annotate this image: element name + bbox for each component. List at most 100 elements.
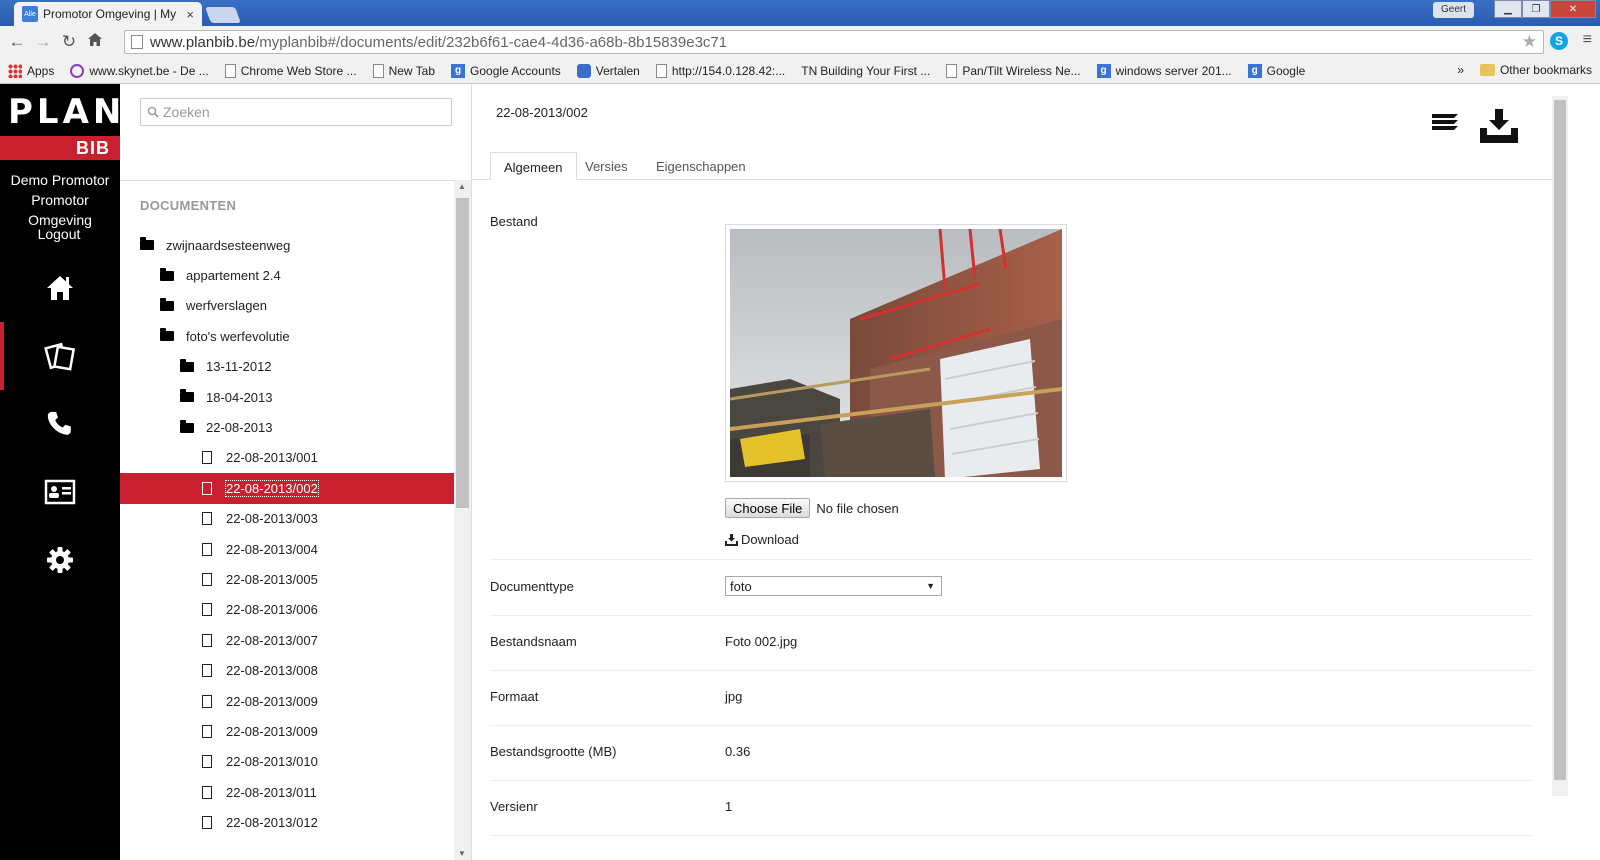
file-icon <box>202 755 212 769</box>
bookmark-item[interactable]: Apps <box>8 63 54 78</box>
tree-document[interactable]: 22-08-2013/005 <box>120 564 454 594</box>
sidebar-item-documents[interactable] <box>0 322 120 390</box>
planbib-logo[interactable]: PLAN BIB <box>0 92 121 160</box>
other-bookmarks[interactable]: Other bookmarks <box>1479 63 1592 77</box>
sidebar-item-home[interactable] <box>0 254 120 322</box>
bookmark-item[interactable]: http://154.0.128.42:... <box>655 63 785 78</box>
profile-badge[interactable]: Geert <box>1432 2 1474 18</box>
bookmark-item[interactable]: g windows server 201... <box>1096 63 1232 78</box>
restore-icon[interactable]: ❐ <box>1522 0 1550 18</box>
tree-folder[interactable]: 13-11-2012 <box>120 352 454 382</box>
bookmark-icon: g <box>451 63 466 78</box>
tree-document[interactable]: 22-08-2013/001 <box>120 443 454 473</box>
scroll-down-icon[interactable]: ▼ <box>458 849 466 858</box>
main-scrollbar-thumb[interactable] <box>1554 100 1566 780</box>
choose-file-button[interactable]: Choose File <box>725 498 811 518</box>
tree-item-label: 18-04-2013 <box>206 389 273 405</box>
app-sidebar: PLAN BIB Demo Promotor Promotor Omgeving… <box>0 84 121 860</box>
document-tree: zwijnaardsesteenweg appartement 2.4 werfve… <box>120 230 454 838</box>
home-browser-icon[interactable] <box>82 32 108 52</box>
tab-versies[interactable]: Versies <box>572 152 641 180</box>
tab-eigenschappen[interactable]: Eigenschappen <box>643 152 759 180</box>
bookmark-label: Building Your First ... <box>820 63 931 78</box>
bookmark-item[interactable]: g Google <box>1247 63 1305 78</box>
tree-document[interactable]: 22-08-2013/007 <box>120 625 454 655</box>
bookmark-star-icon[interactable]: ★ <box>1522 32 1537 52</box>
forward-icon[interactable]: → <box>30 32 56 52</box>
documenttype-select[interactable]: foto ▼ <box>725 576 942 596</box>
file-icon <box>202 694 212 708</box>
search-box <box>140 98 452 126</box>
tab-algemeen[interactable]: Algemeen <box>490 152 577 180</box>
photo-preview[interactable] <box>725 224 1067 482</box>
tree-document[interactable]: 22-08-2013/003 <box>120 504 454 534</box>
close-window-icon[interactable]: ✕ <box>1550 0 1596 18</box>
documents-panel: DOCUMENTEN zwijnaardsesteenweg appartemen… <box>120 84 472 860</box>
bookmarks-overflow-icon[interactable]: » <box>1457 63 1464 77</box>
folder-icon <box>180 358 194 372</box>
download-label: Download <box>741 532 799 547</box>
sidebar-item-settings[interactable] <box>0 526 120 594</box>
scroll-up-icon[interactable]: ▲ <box>458 182 466 191</box>
bookmarks-bar: Apps www.skynet.be - De ... Chrome Web Sto… <box>0 58 1600 84</box>
tree-scrollbar[interactable]: ▲ ▼ <box>454 180 471 860</box>
bookmark-item[interactable]: Pan/Tilt Wireless Ne... <box>946 63 1081 78</box>
folder-icon <box>160 267 174 281</box>
tree-document[interactable]: 22-08-2013/002 <box>120 473 454 504</box>
search-input[interactable] <box>163 104 443 120</box>
documents-icon <box>44 342 76 371</box>
tree-folder[interactable]: foto's werfevolutie <box>120 321 454 351</box>
bookmark-item[interactable]: TN Building Your First ... <box>801 64 930 78</box>
sidebar-item-contact[interactable] <box>0 390 120 458</box>
tab-close-icon[interactable]: × <box>186 7 194 22</box>
logout-link[interactable]: Logout <box>0 226 118 242</box>
file-icon <box>202 451 212 465</box>
tree-document[interactable]: 22-08-2013/009 <box>120 686 454 716</box>
sidebar-item-profile[interactable] <box>0 458 120 526</box>
tree-folder[interactable]: zwijnaardsesteenweg <box>120 230 454 260</box>
tree-folder[interactable]: appartement 2.4 <box>120 260 454 290</box>
field-documenttype: Documenttype foto ▼ <box>490 560 1532 616</box>
tree-folder[interactable]: 18-04-2013 <box>120 382 454 412</box>
reload-icon[interactable]: ↻ <box>56 32 82 52</box>
tree-folder[interactable]: werfverslagen <box>120 291 454 321</box>
file-icon <box>202 481 212 495</box>
no-file-text: No file chosen <box>816 500 899 516</box>
download-link[interactable]: Download <box>725 532 799 547</box>
layers-button[interactable] <box>1428 108 1462 139</box>
bookmark-item[interactable]: New Tab <box>372 63 435 78</box>
tree-document[interactable]: 22-08-2013/008 <box>120 655 454 685</box>
tree-document[interactable]: 22-08-2013/006 <box>120 595 454 625</box>
browser-menu-icon[interactable]: ≡ <box>1583 31 1592 49</box>
tree-item-label: 22-08-2013/011 <box>226 784 317 800</box>
new-tab-button[interactable] <box>205 7 241 23</box>
browser-tab[interactable]: Alle Promotor Omgeving | My × <box>14 2 202 26</box>
tree-folder[interactable]: 22-08-2013 <box>120 412 454 442</box>
skype-extension-icon[interactable]: S <box>1550 32 1568 50</box>
tree-document[interactable]: 22-08-2013/010 <box>120 747 454 777</box>
tree-document[interactable]: 22-08-2013/009 <box>120 716 454 746</box>
tree-document[interactable]: 22-08-2013/012 <box>120 807 454 837</box>
user-name-line2: Promotor Omgeving <box>28 192 92 228</box>
bookmark-item[interactable]: Chrome Web Store ... <box>224 63 357 78</box>
minimize-icon[interactable]: ▁ <box>1494 0 1522 18</box>
back-icon[interactable]: ← <box>4 32 30 52</box>
bookmark-label: www.skynet.be - De ... <box>89 63 209 78</box>
file-icon <box>202 572 212 586</box>
main-scrollbar[interactable] <box>1552 96 1568 796</box>
formaat-value: jpg <box>725 689 743 704</box>
tree-scrollbar-thumb[interactable] <box>456 198 469 508</box>
download-tray-button[interactable] <box>1478 108 1520 147</box>
bookmark-item[interactable]: Vertalen <box>576 63 640 78</box>
field-versienr: Versienr 1 <box>490 781 1532 836</box>
tree-item-label: foto's werfevolutie <box>186 328 290 344</box>
tree-document[interactable]: 22-08-2013/011 <box>120 777 454 807</box>
address-bar[interactable]: www.planbib.be/myplanbib#/documents/edit… <box>124 30 1544 54</box>
download-icon <box>725 533 738 546</box>
tree-document[interactable]: 22-08-2013/004 <box>120 534 454 564</box>
tree-item-label: 22-08-2013/005 <box>226 571 318 587</box>
bookmark-item[interactable]: g Google Accounts <box>451 63 561 78</box>
contact-card-icon <box>44 479 76 505</box>
bookmark-item[interactable]: www.skynet.be - De ... <box>70 63 209 78</box>
file-icon <box>202 816 212 830</box>
